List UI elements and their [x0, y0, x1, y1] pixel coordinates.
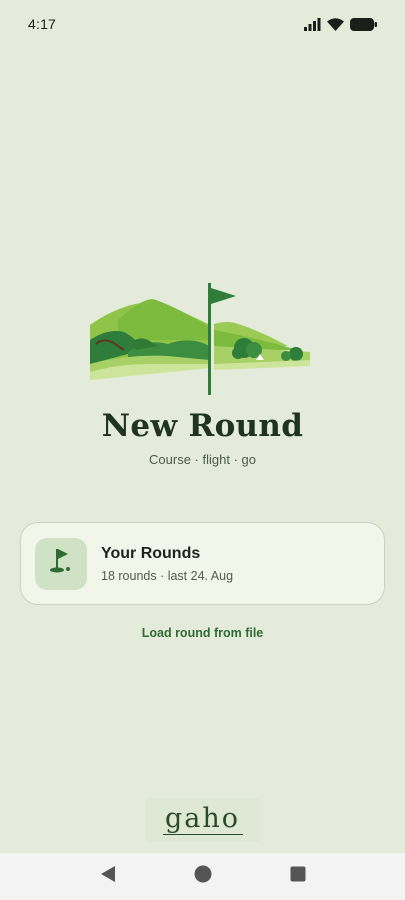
page-subtitle: Course · flight · go	[149, 452, 256, 467]
rounds-meta: 18 rounds · last 24. Aug	[101, 568, 234, 583]
home-circle-icon	[194, 865, 212, 888]
back-triangle-icon	[100, 865, 116, 888]
load-round-from-file-link[interactable]: Load round from file	[0, 626, 405, 640]
signal-icon	[304, 17, 321, 31]
battery-icon	[350, 17, 377, 31]
nav-home-button[interactable]	[183, 857, 223, 897]
nav-recents-button[interactable]	[278, 857, 318, 897]
status-time: 4:17	[28, 16, 57, 32]
status-icons	[304, 17, 377, 31]
status-bar: 4:17	[0, 0, 405, 48]
golf-flag-icon	[48, 547, 74, 580]
rounds-text: Your Rounds 18 rounds · last 24. Aug	[101, 545, 233, 583]
nav-back-button[interactable]	[88, 857, 128, 897]
hero: New Round Course · flight · go	[0, 280, 405, 467]
golf-course-illustration	[89, 283, 310, 395]
page-title: New Round	[101, 408, 304, 444]
brand-logo: gaho	[146, 798, 259, 842]
your-rounds-card[interactable]: Your Rounds 18 rounds · last 24. Aug	[20, 522, 385, 605]
brand-wordmark: gaho	[164, 803, 241, 834]
recents-square-icon	[290, 866, 306, 887]
rounds-icon-tile	[35, 537, 87, 590]
brand-underline	[162, 834, 243, 835]
wifi-icon	[327, 17, 344, 31]
rounds-title: Your Rounds	[101, 544, 201, 562]
system-nav-bar	[0, 853, 405, 900]
